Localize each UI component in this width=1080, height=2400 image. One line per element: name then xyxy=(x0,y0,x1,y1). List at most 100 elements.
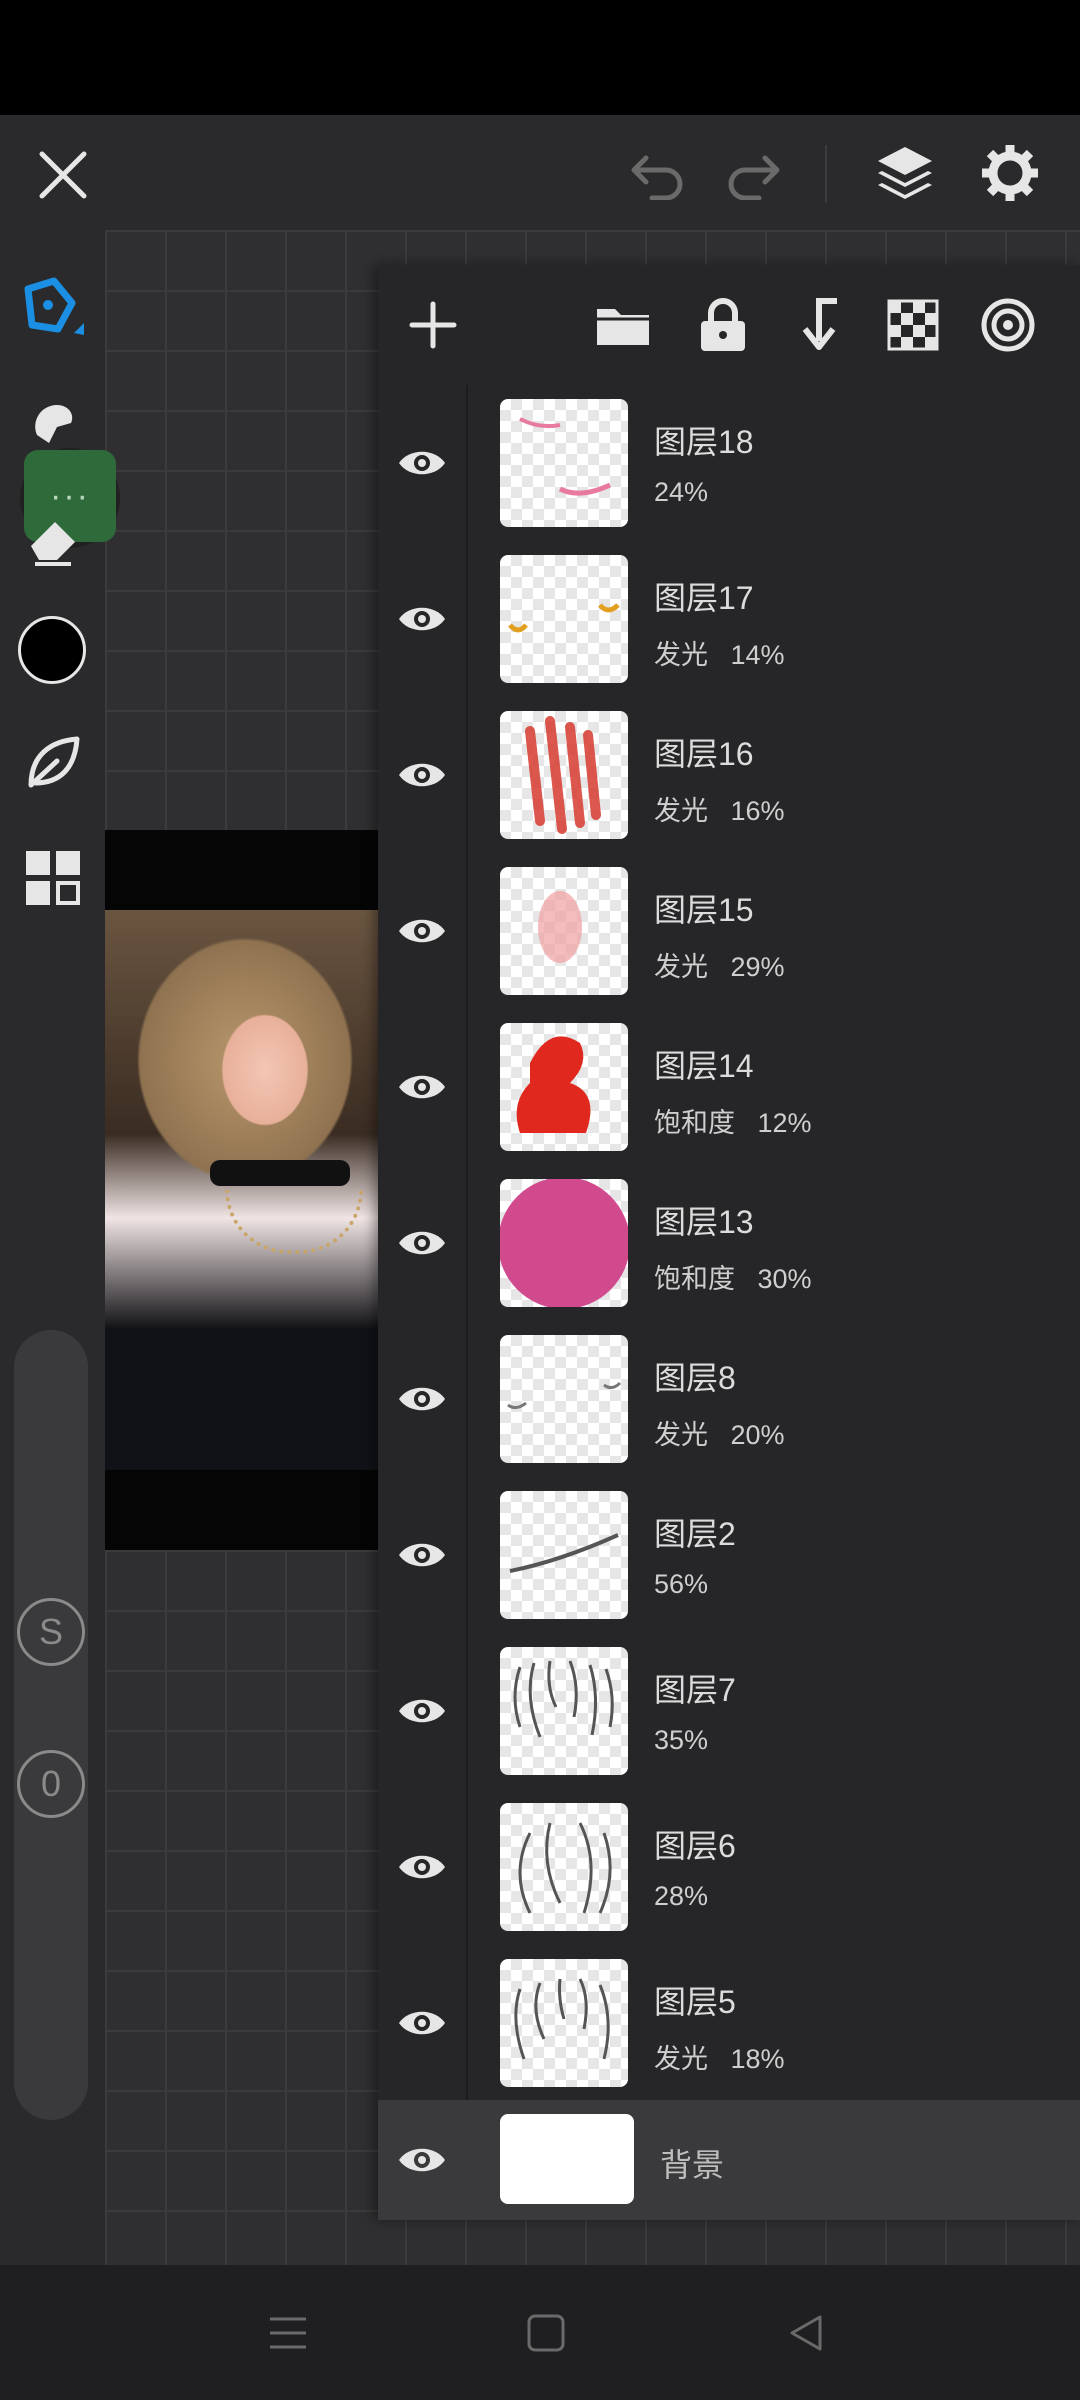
leaf-icon xyxy=(28,736,79,787)
layer-blend-opacity: 56% xyxy=(654,1569,709,1599)
toolbar-divider xyxy=(825,145,827,203)
layers-toolbar xyxy=(378,265,1080,386)
eye-icon xyxy=(399,2011,445,2035)
pen-tool-button[interactable] xyxy=(10,265,95,350)
redo-icon xyxy=(728,155,779,200)
eye-icon xyxy=(399,1699,445,1723)
back-button[interactable] xyxy=(768,2295,843,2370)
gear-icon xyxy=(982,145,1038,201)
layer-row[interactable]: 图层6 28% xyxy=(378,1789,1080,1947)
eye-icon xyxy=(399,1543,445,1567)
layer-blend-opacity: 发光 18% xyxy=(654,2044,785,2074)
blend-button[interactable] xyxy=(973,290,1043,360)
visibility-toggle[interactable] xyxy=(378,1321,468,1477)
top-toolbar xyxy=(0,115,1080,230)
close-button[interactable] xyxy=(25,137,100,212)
layer-blend-opacity: 发光 16% xyxy=(654,796,785,826)
layer-thumbnail xyxy=(500,1959,628,2087)
layer-name: 图层7 xyxy=(654,1672,736,1708)
visibility-toggle[interactable] xyxy=(378,541,468,697)
visibility-toggle[interactable] xyxy=(378,385,468,541)
visibility-toggle[interactable] xyxy=(378,1477,468,1633)
recent-apps-button[interactable] xyxy=(250,2295,325,2370)
eye-icon xyxy=(399,607,445,631)
necklace xyxy=(225,1190,363,1254)
home-icon xyxy=(527,2314,564,2351)
transparency-button[interactable] xyxy=(878,290,948,360)
layer-thumbnail xyxy=(500,1647,628,1775)
layer-row[interactable]: 图层8 发光 20% xyxy=(378,1321,1080,1479)
layer-name: 背景 xyxy=(660,2147,725,2183)
eye-icon xyxy=(399,1855,445,1879)
layer-row-background[interactable]: 背景 xyxy=(378,2100,1080,2220)
redo-button[interactable] xyxy=(715,137,790,212)
back-icon xyxy=(790,2315,821,2350)
layer-blend-opacity: 发光 29% xyxy=(654,952,785,982)
layers-panel: 图层18 24% 图层17 发光 14% 图层16 发光 16% 图层15 发光 29% 图层1… xyxy=(378,265,1080,2220)
grid-icon xyxy=(25,850,80,905)
layer-name: 图层17 xyxy=(654,580,754,616)
left-toolbar: ··· S 0 xyxy=(0,230,120,2265)
color-swatch[interactable] xyxy=(18,616,86,684)
eraser-tool-button[interactable] xyxy=(10,495,95,580)
visibility-toggle[interactable] xyxy=(378,1009,468,1165)
visibility-toggle[interactable] xyxy=(378,1945,468,2101)
add-layer-button[interactable] xyxy=(398,290,468,360)
undo-icon xyxy=(631,155,682,200)
eye-icon xyxy=(399,1387,445,1411)
eye-icon xyxy=(399,2148,445,2172)
opacity-button[interactable]: 0 xyxy=(17,1750,85,1818)
visibility-toggle[interactable] xyxy=(378,1633,468,1789)
visibility-toggle[interactable] xyxy=(378,1165,468,1321)
layer-row[interactable]: 图层7 35% xyxy=(378,1633,1080,1791)
layer-row[interactable]: 图层18 24% xyxy=(378,385,1080,543)
layer-thumbnail xyxy=(500,1335,628,1463)
grid-tool-button[interactable] xyxy=(10,835,95,920)
layer-thumbnail xyxy=(500,867,628,995)
layer-thumbnail xyxy=(500,1023,628,1151)
eye-icon xyxy=(399,763,445,787)
shirt xyxy=(105,1330,380,1470)
layers-button[interactable] xyxy=(865,133,945,213)
visibility-toggle[interactable] xyxy=(378,1789,468,1945)
blend-icon xyxy=(981,298,1035,352)
layer-name: 图层13 xyxy=(654,1204,754,1240)
layer-blend-opacity: 24% xyxy=(654,477,709,507)
layer-name: 图层8 xyxy=(654,1360,736,1396)
merge-down-icon xyxy=(802,298,837,350)
layer-thumbnail xyxy=(500,2114,634,2204)
settings-button[interactable] xyxy=(970,133,1050,213)
layer-thumbnail xyxy=(500,399,628,527)
layer-thumbnail xyxy=(500,1179,628,1307)
layer-row[interactable]: 图层15 发光 29% xyxy=(378,853,1080,1011)
leaf-tool-button[interactable] xyxy=(10,720,95,805)
undo-button[interactable] xyxy=(620,137,695,212)
layer-row[interactable]: 图层5 发光 18% xyxy=(378,1945,1080,2103)
eye-icon xyxy=(399,451,445,475)
layer-name: 图层6 xyxy=(654,1828,736,1864)
layer-row[interactable]: 图层17 发光 14% xyxy=(378,541,1080,699)
layer-row[interactable]: 图层2 56% xyxy=(378,1477,1080,1635)
smudge-icon xyxy=(34,404,72,443)
lock-button[interactable] xyxy=(688,290,758,360)
visibility-toggle[interactable] xyxy=(378,2100,466,2220)
layer-name: 图层5 xyxy=(654,1984,736,2020)
layer-row[interactable]: 图层16 发光 16% xyxy=(378,697,1080,855)
folder-button[interactable] xyxy=(588,290,658,360)
layer-row[interactable]: 图层14 饱和度 12% xyxy=(378,1009,1080,1167)
artwork-image xyxy=(105,910,380,1470)
merge-down-button[interactable] xyxy=(783,290,853,360)
home-button[interactable] xyxy=(508,2295,583,2370)
layer-name: 图层18 xyxy=(654,424,754,460)
layer-name: 图层14 xyxy=(654,1048,754,1084)
layer-row[interactable]: 图层13 饱和度 30% xyxy=(378,1165,1080,1323)
symmetry-label: S xyxy=(38,1611,63,1652)
artwork-preview[interactable] xyxy=(105,830,380,1550)
brush-size-slider[interactable]: S 0 xyxy=(14,1330,88,2120)
layer-thumbnail xyxy=(500,555,628,683)
lock-icon xyxy=(701,298,745,351)
system-nav-bar xyxy=(0,2265,1080,2400)
visibility-toggle[interactable] xyxy=(378,853,468,1009)
symmetry-button[interactable]: S xyxy=(17,1598,85,1666)
visibility-toggle[interactable] xyxy=(378,697,468,853)
